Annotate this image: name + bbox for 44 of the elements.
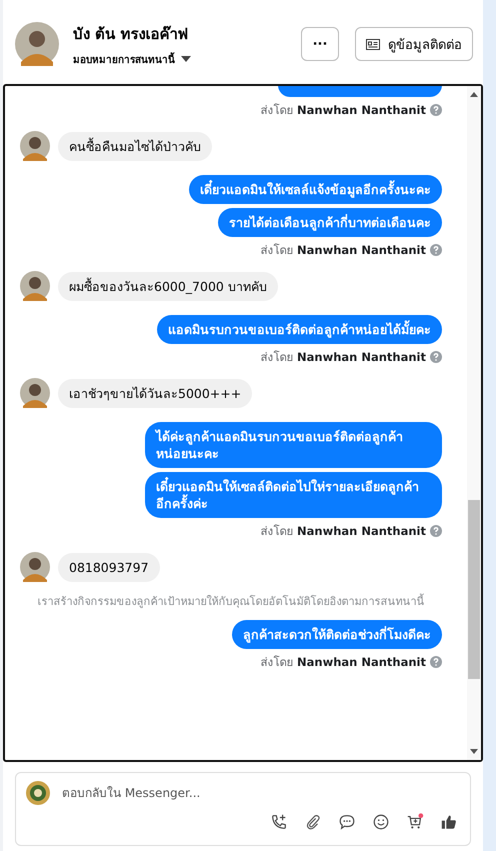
caret-icon	[181, 56, 191, 62]
avatar-icon	[20, 552, 50, 582]
avatar-icon	[20, 131, 50, 161]
page-logo-icon	[26, 781, 50, 805]
id-card-icon	[366, 38, 380, 50]
cart-icon[interactable]	[406, 813, 424, 831]
message-bubble: รายได้ต่อเดือนลูกค้ากี่บาทต่อเดือนคะ	[218, 208, 442, 237]
message-bubble: 0818093797	[58, 552, 160, 582]
help-icon[interactable]	[430, 525, 442, 537]
message-bubble: ผมซื้อของวันละ6000_7000 บาทคับ	[58, 272, 278, 300]
help-icon[interactable]	[430, 104, 442, 116]
message-bubble: ลูกค้าสะดวกให้ติดต่อช่วงกี่โมงดีคะ	[232, 620, 442, 649]
avatar-icon	[20, 271, 50, 301]
help-icon[interactable]	[430, 656, 442, 668]
reply-box[interactable]: ตอบกลับใน Messenger...	[15, 772, 471, 846]
sent-by-text: ส่งโดย Nanwhan Nanthanit	[260, 524, 426, 538]
system-notice: เราสร้างกิจกรรมของลูกค้าเป้าหมายให้กับคุณโดยอัตโนมัติโดยอิงตามการสนทนานี้	[38, 592, 424, 610]
scroll-down-icon[interactable]	[470, 749, 478, 754]
sent-by-text: ส่งโดย Nanwhan Nanthanit	[260, 350, 426, 364]
contact-name: บัง ต้น ทรงเอค๊าฟ	[73, 24, 190, 44]
message-bubble: แอดมินรบกวนขอเบอร์ติดต่อลูกค้าหน่อยได้มั้ยคะ	[157, 315, 442, 344]
message-bubble: เดี๋ยวแอดมินให้เซลล์ติดต่อไปให่รายละเอียดลูกค้าอีกครั้งค่ะ	[145, 472, 442, 518]
scroll-thumb[interactable]	[468, 500, 480, 679]
avatar-icon	[20, 378, 50, 408]
sent-by-text: ส่งโดย Nanwhan Nanthanit	[260, 655, 426, 669]
avatar-icon	[15, 22, 59, 66]
message-bubble: คนซื้อคืนมอไซได้ป่าวคับ	[58, 132, 212, 160]
sent-by-text: ส่งโดย Nanwhan Nanthanit	[260, 103, 426, 117]
scroll-up-icon[interactable]	[470, 92, 478, 97]
message-bubble: ได้ค่ะลูกค้าแอดมินรบกวนขอเบอร์ติดต่อลูกค้าหน่อยนะคะ	[145, 422, 442, 468]
help-icon[interactable]	[430, 351, 442, 363]
paperclip-icon[interactable]	[304, 813, 322, 831]
help-icon[interactable]	[430, 244, 442, 256]
message-bubble: เอาชัวๆขายได้วันละ5000+++	[58, 378, 252, 408]
emoji-icon[interactable]	[372, 813, 390, 831]
sent-by-text: ส่งโดย Nanwhan Nanthanit	[260, 243, 426, 257]
phone-add-icon[interactable]	[270, 813, 288, 831]
scrollbar[interactable]	[467, 86, 481, 760]
message-bubble: เดี๋ยวแอดมินให้เซลล์แจ้งข้อมูลอีกครั้งนะคะ	[189, 175, 442, 204]
more-button[interactable]: ···	[301, 27, 339, 61]
view-contact-button[interactable]: ดูข้อมูลติดต่อ	[355, 27, 473, 61]
thumbs-up-icon[interactable]	[440, 813, 458, 831]
assign-dropdown[interactable]: มอบหมายการสนทนานี้	[73, 52, 301, 66]
chat-bubble-icon[interactable]	[338, 813, 356, 831]
